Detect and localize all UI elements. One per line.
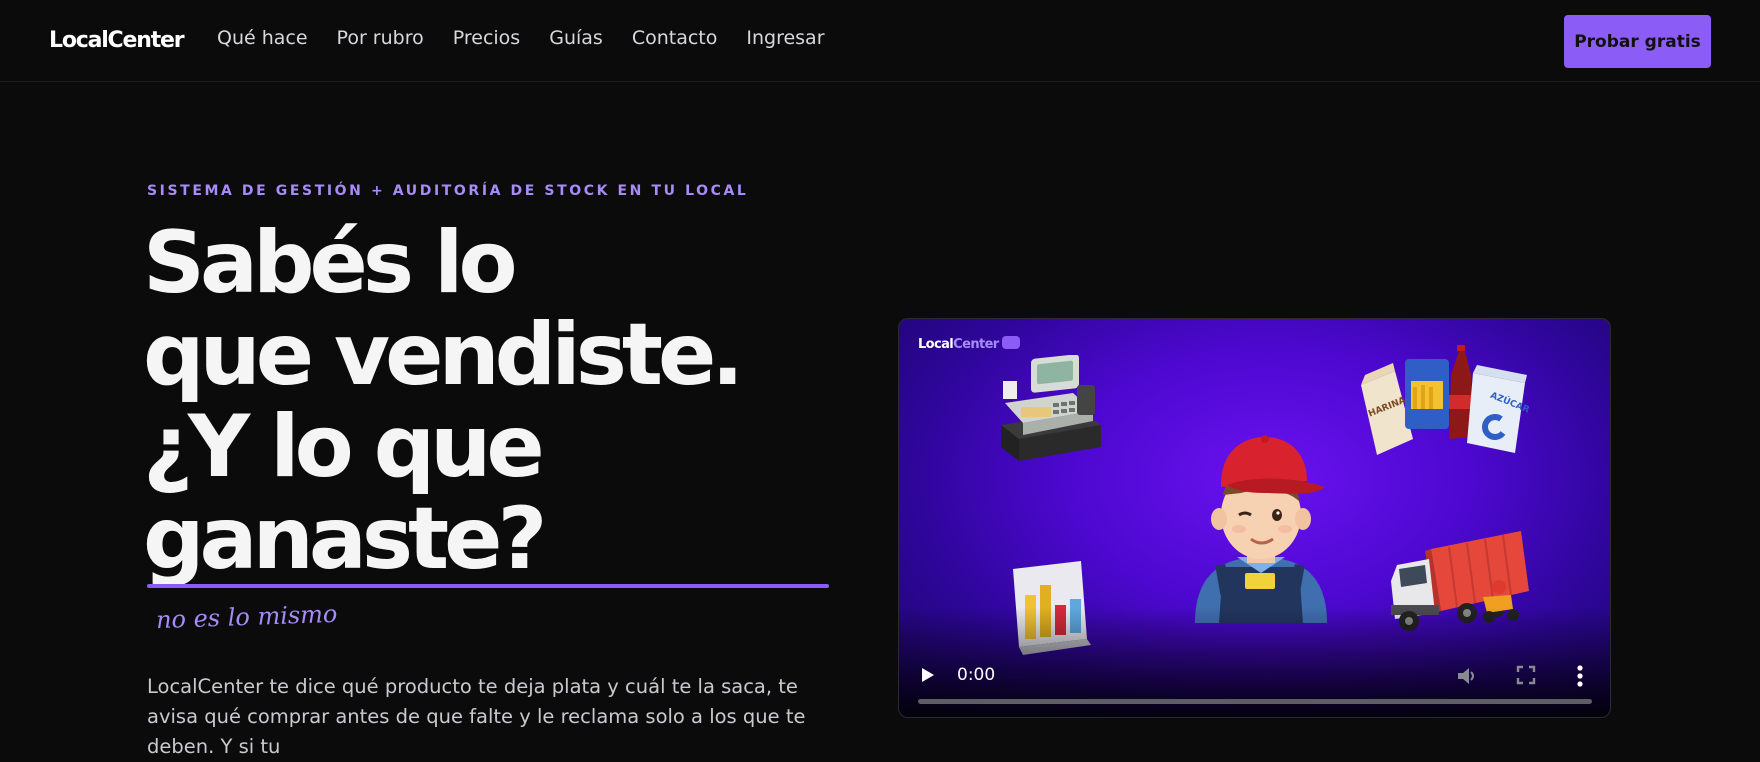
site-logo[interactable]: LocalCenter bbox=[49, 28, 185, 53]
cash-register-icon bbox=[1001, 355, 1101, 461]
volume-icon[interactable] bbox=[1456, 665, 1478, 687]
nav-link-precios[interactable]: Precios bbox=[453, 27, 520, 49]
video-time: 0:00 bbox=[957, 665, 996, 685]
hero-headline: Sabés lo que vendiste. ¿Y lo que ganaste… bbox=[143, 217, 843, 585]
hero-lead-text: LocalCenter te dice qué producto te deja… bbox=[147, 675, 806, 758]
try-free-button[interactable]: Probar gratis bbox=[1564, 15, 1711, 68]
shopkeeper-avatar bbox=[1195, 435, 1327, 623]
nav-link-que-hace[interactable]: Qué hace bbox=[217, 27, 308, 49]
video-logo: LocalCenter bbox=[918, 336, 1020, 352]
video-controls: 0:00 bbox=[899, 647, 1610, 717]
nav-link-por-rubro[interactable]: Por rubro bbox=[337, 27, 424, 49]
video-progress-bar[interactable] bbox=[918, 699, 1592, 704]
headline-line-1: Sabés lo bbox=[143, 213, 518, 313]
chat-bubble-icon bbox=[1001, 336, 1020, 349]
fullscreen-icon[interactable] bbox=[1516, 665, 1536, 685]
top-navbar: LocalCenter Qué hace Por rubro Precios G… bbox=[0, 0, 1760, 82]
headline-line-2: que vendiste. bbox=[143, 305, 744, 405]
play-icon[interactable] bbox=[921, 667, 935, 683]
headline-line-4: ganaste? bbox=[143, 489, 547, 589]
nav-link-guias[interactable]: Guías bbox=[549, 27, 603, 49]
hero-eyebrow: SISTEMA DE GESTIÓN + AUDITORÍA DE STOCK … bbox=[147, 183, 749, 199]
more-options-icon[interactable] bbox=[1577, 665, 1583, 687]
nav-link-ingresar[interactable]: Ingresar bbox=[746, 27, 824, 49]
groceries-icon: HARINA AZÚCAR bbox=[1361, 345, 1531, 455]
headline-underline bbox=[147, 584, 829, 588]
handwritten-note: no es lo mismo bbox=[155, 599, 338, 635]
headline-line-3: ¿Y lo que bbox=[143, 397, 545, 497]
nav-links: Qué hace Por rubro Precios Guías Contact… bbox=[217, 27, 854, 49]
nav-link-contacto[interactable]: Contacto bbox=[632, 27, 718, 49]
hero-video-player[interactable]: LocalCenter HARINA AZÚCAR 0:00 bbox=[898, 318, 1611, 718]
